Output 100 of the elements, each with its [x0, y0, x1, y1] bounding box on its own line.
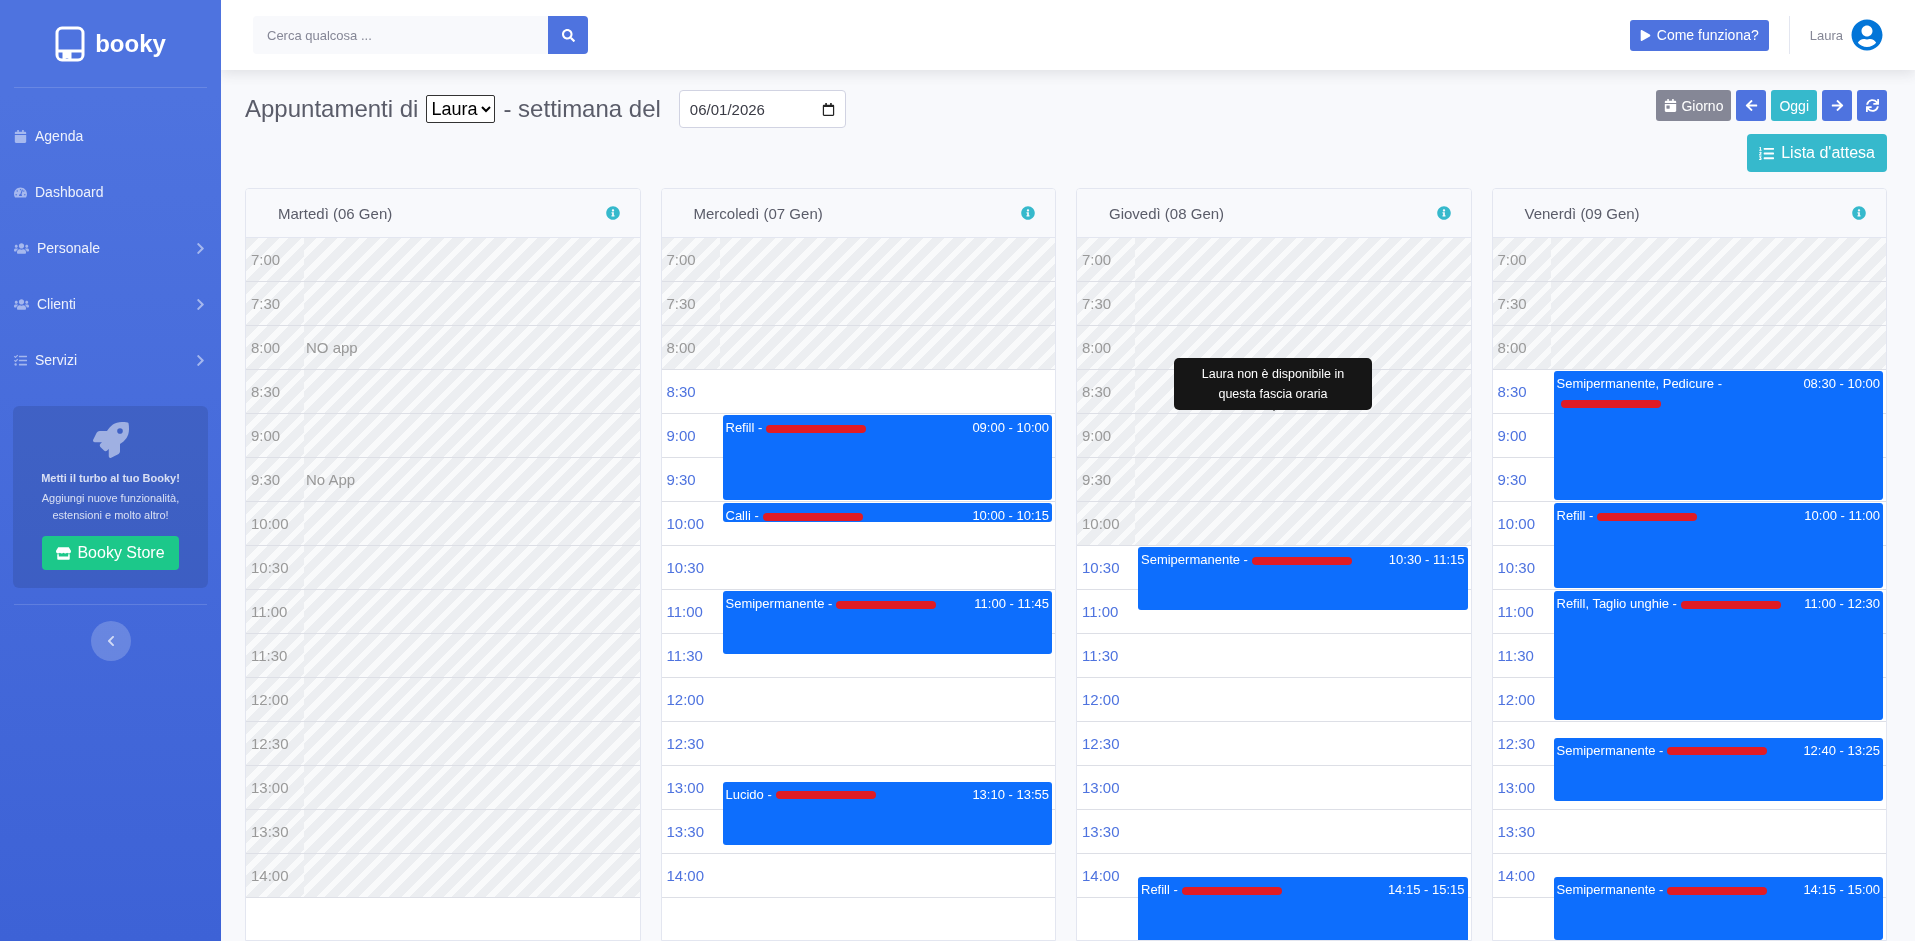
- today-button[interactable]: Oggi: [1771, 90, 1817, 121]
- arrow-left-icon: [1744, 99, 1758, 112]
- play-icon: [1639, 29, 1651, 41]
- time-slot[interactable]: 13:30: [246, 810, 304, 854]
- chevron-right-icon: [194, 297, 207, 311]
- time-slot[interactable]: 8:00: [1077, 326, 1135, 370]
- appointment-time: 08:30 - 10:00: [1803, 375, 1880, 393]
- day-title: Giovedì (08 Gen): [1109, 204, 1225, 222]
- appointment-card[interactable]: Semipermanente - 11:00 - 11:45: [722, 591, 1052, 654]
- sidebar-item[interactable]: Personale: [0, 220, 221, 276]
- time-slot[interactable]: 9:30: [246, 458, 304, 502]
- appointment-time: 11:00 - 11:45: [974, 595, 1049, 613]
- appointment-card[interactable]: Semipermanente - 12:40 - 13:25: [1553, 737, 1883, 801]
- waitlist-button[interactable]: Lista d'attesa: [1747, 134, 1887, 172]
- appointment-service: Refill -: [1141, 882, 1178, 897]
- appointment-card[interactable]: Lucido - 13:10 - 13:55: [722, 781, 1052, 845]
- tooltip: Laura non è disponibile in questa fascia oraria: [1174, 358, 1372, 410]
- calendar-icon: [1664, 99, 1678, 112]
- checklist-icon: [14, 353, 27, 367]
- gauge-icon: [14, 185, 27, 199]
- next-button[interactable]: [1822, 90, 1852, 121]
- appointment-service: Refill -: [725, 420, 763, 435]
- sidebar-item[interactable]: Clienti: [0, 276, 221, 332]
- users-icon: [14, 296, 29, 312]
- appointment-time: 10:00 - 11:00: [1804, 507, 1880, 525]
- calendar-icon: [821, 102, 835, 116]
- info-icon[interactable]: [605, 206, 620, 220]
- time-slot[interactable]: 11:00: [246, 590, 304, 634]
- search-button[interactable]: [548, 16, 588, 54]
- appointment-time: 09:00 - 10:00: [972, 419, 1049, 437]
- info-icon[interactable]: [1436, 206, 1451, 220]
- time-slot[interactable]: 10:30: [246, 546, 304, 590]
- search-icon: [561, 28, 575, 42]
- appointment-card[interactable]: Calli - 10:00 - 10:15: [722, 503, 1052, 522]
- appointment-time: 10:00 - 10:15: [972, 507, 1049, 525]
- time-slot[interactable]: 12:00: [246, 678, 304, 722]
- time-slot[interactable]: 7:30: [1077, 282, 1135, 326]
- time-slot[interactable]: 7:00: [661, 238, 720, 282]
- avatar-icon[interactable]: [1851, 19, 1883, 51]
- time-slot[interactable]: 8:30: [1077, 370, 1135, 414]
- search-field[interactable]: Cerca qualcosa ...: [253, 16, 548, 54]
- info-icon[interactable]: [1021, 206, 1035, 220]
- time-slot[interactable]: 12:30: [246, 722, 304, 766]
- date-field[interactable]: 06/01/2026: [678, 90, 846, 128]
- day-title: Martedì (06 Gen): [278, 204, 393, 222]
- appointment-service: Semipermanente -: [725, 596, 833, 611]
- appointment-service: Lucido -: [725, 786, 772, 802]
- time-slot[interactable]: 8:00: [661, 326, 720, 370]
- staff-select[interactable]: Laura: [426, 95, 496, 123]
- page-title: - settimana del: [503, 95, 661, 123]
- refresh-icon: [1865, 99, 1879, 112]
- appointment-time: 10:30 - 11:15: [1388, 551, 1465, 569]
- appointment-service: Semipermanente -: [1556, 742, 1664, 758]
- appointment-card[interactable]: Semipermanente, Pedicure - 08:30 - 10:00: [1553, 371, 1883, 500]
- time-slot[interactable]: 7:30: [661, 282, 720, 326]
- time-slot[interactable]: 8:30: [246, 370, 304, 414]
- sidebar-item[interactable]: Agenda: [0, 108, 221, 164]
- time-slot[interactable]: 10:00: [1077, 502, 1135, 546]
- time-slot[interactable]: 8:00: [1492, 326, 1551, 370]
- schedule-lane[interactable]: Semipermanente, Pedicure - 08:30 - 10:00 Refill - 10:00 - 11:00 Refill, Taglio unghie - 11:00 - 12:30 Semipermanente - 12:40 - 13:25 Semipermanente - 14:15 - 15:00: [1550, 238, 1886, 940]
- appointment-time: 11:00 - 12:30: [1804, 595, 1880, 613]
- appointment-card[interactable]: Semipermanente - 14:15 - 15:00: [1553, 877, 1883, 940]
- day-title: Venerdì (09 Gen): [1524, 204, 1640, 222]
- sidebar-item[interactable]: Dashboard: [0, 164, 221, 220]
- calendar-icon: [14, 129, 27, 143]
- time-slot[interactable]: 9:00: [246, 414, 304, 458]
- appointment-service: Refill -: [1556, 508, 1594, 523]
- time-slot[interactable]: 7:00: [1492, 238, 1551, 282]
- time-slot[interactable]: 11:30: [246, 634, 304, 678]
- time-slot[interactable]: 9:00: [1077, 414, 1135, 458]
- sidebar-item[interactable]: Servizi: [0, 332, 221, 388]
- appointment-card[interactable]: Semipermanente - 10:30 - 11:15: [1138, 547, 1468, 610]
- time-slot[interactable]: 7:30: [1492, 282, 1551, 326]
- help-button[interactable]: Come funziona?: [1629, 19, 1769, 51]
- appointment-card[interactable]: Refill - 09:00 - 10:00: [722, 415, 1052, 500]
- appointment-card[interactable]: Refill - 10:00 - 11:00: [1553, 503, 1883, 588]
- user-name: Laura: [1809, 27, 1843, 43]
- time-slot[interactable]: 13:00: [246, 766, 304, 810]
- time-slot[interactable]: 9:30: [1077, 458, 1135, 502]
- page-title: Appuntamenti di: [245, 95, 419, 123]
- time-slot[interactable]: 14:00: [246, 854, 304, 898]
- appointment-service: Semipermanente -: [1141, 552, 1248, 567]
- rocket-icon: [92, 422, 129, 458]
- appointment-card[interactable]: Refill - 14:15 - 15:15: [1138, 877, 1468, 940]
- time-slot[interactable]: 8:00: [246, 326, 304, 370]
- appointment-card[interactable]: Refill, Taglio unghie - 11:00 - 12:30: [1553, 591, 1883, 720]
- time-slot[interactable]: 7:00: [1077, 238, 1135, 282]
- day-view-button[interactable]: Giorno: [1656, 90, 1732, 121]
- refresh-button[interactable]: [1857, 90, 1887, 121]
- chevron-right-icon: [194, 353, 207, 367]
- time-slot[interactable]: 10:00: [246, 502, 304, 546]
- slot-note: No App: [306, 470, 356, 490]
- info-icon[interactable]: [1852, 206, 1866, 220]
- appointment-service: Calli -: [725, 508, 759, 523]
- previous-button[interactable]: [1736, 90, 1767, 121]
- time-slot[interactable]: 7:30: [246, 282, 304, 326]
- appointment-time: 13:10 - 13:55: [972, 785, 1049, 804]
- time-slot[interactable]: 7:00: [246, 238, 304, 282]
- appointment-time: 14:15 - 15:15: [1387, 881, 1465, 899]
- arrow-right-icon: [1830, 99, 1844, 112]
